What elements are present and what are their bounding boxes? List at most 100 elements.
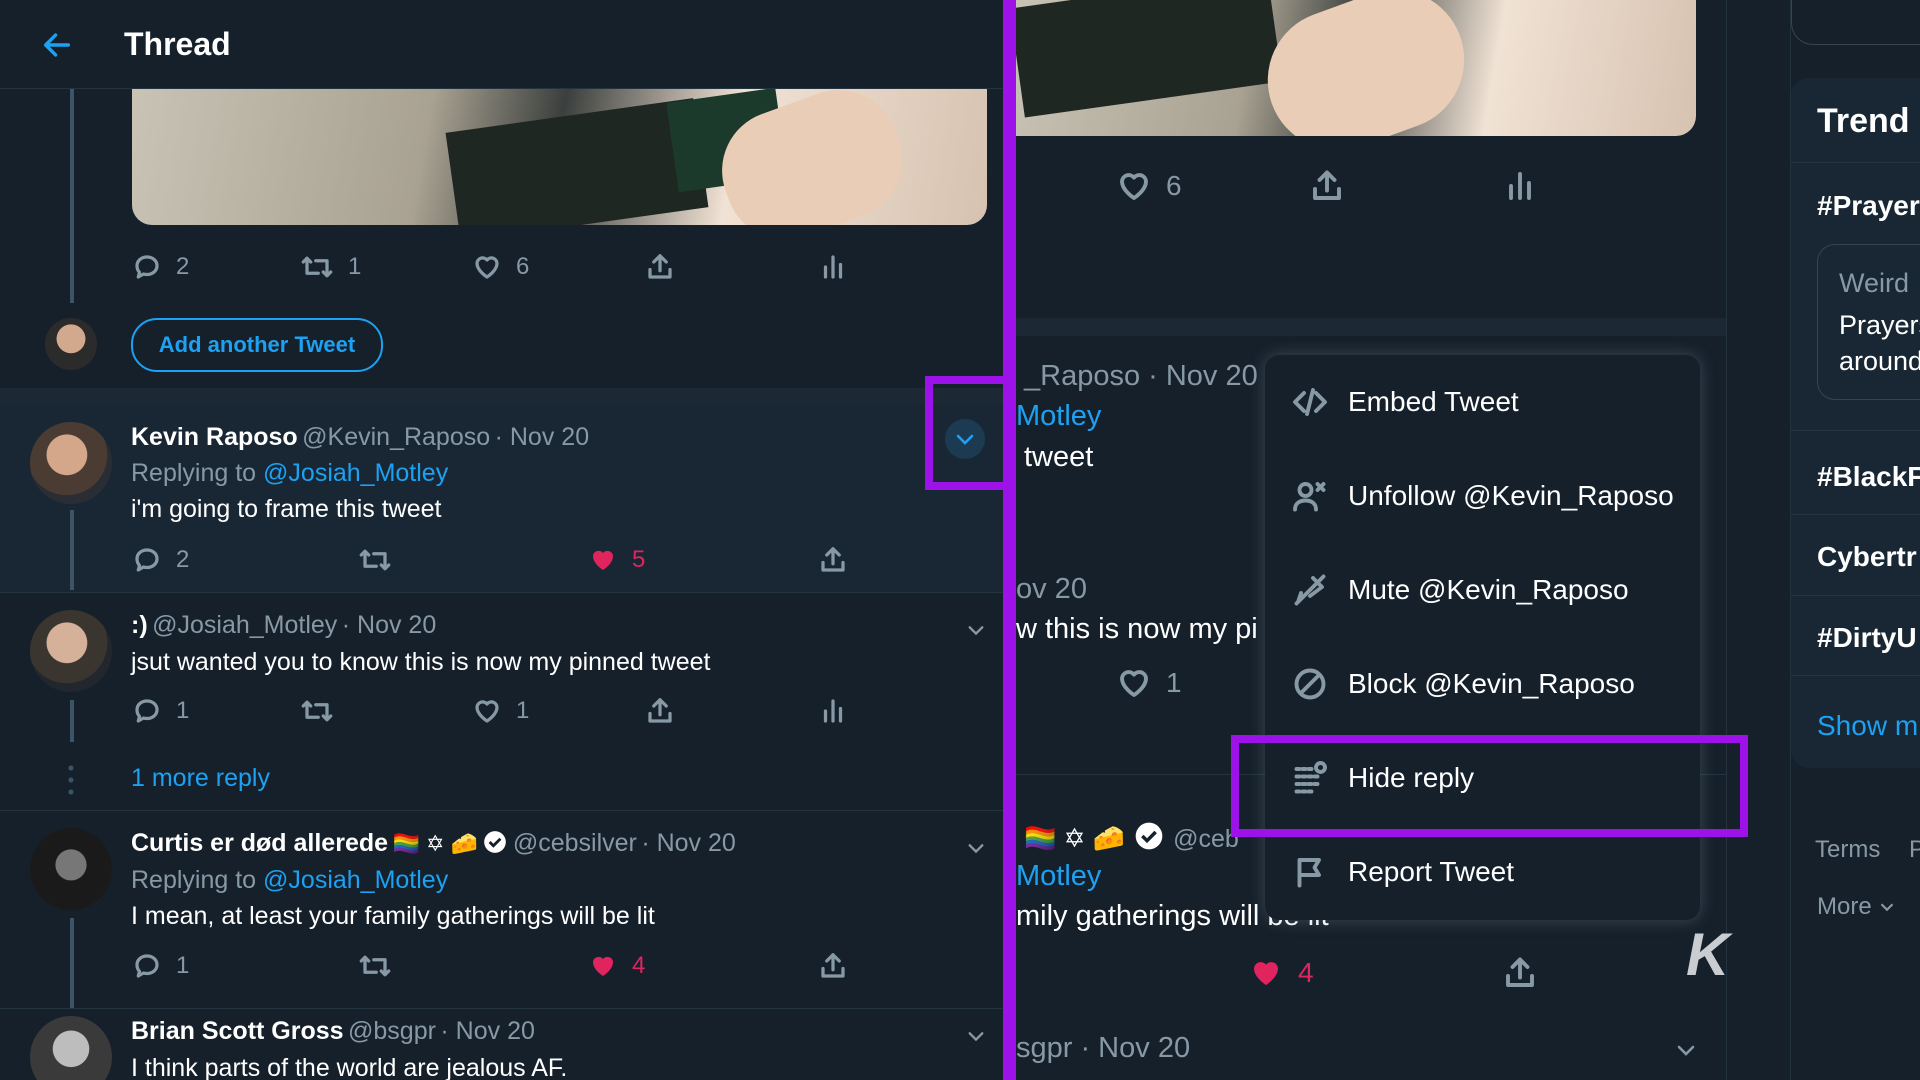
timestamp[interactable]: · Nov 20 bbox=[440, 1017, 534, 1045]
more-menu[interactable]: More bbox=[1817, 893, 1898, 921]
bg-text: tweet bbox=[1024, 441, 1094, 473]
user-avatar[interactable] bbox=[45, 318, 97, 370]
analytics-icon[interactable] bbox=[1502, 168, 1538, 204]
bg-handle: sgpr · Nov 20 bbox=[1016, 1032, 1191, 1064]
reply-text: I think parts of the world are jealous A… bbox=[131, 1054, 568, 1080]
name-emojis: 🏳️‍🌈 ✡ 🧀 bbox=[1024, 823, 1125, 853]
retweet-action[interactable]: 1 bbox=[300, 252, 361, 282]
heart-icon bbox=[1120, 173, 1148, 200]
like-action-liked[interactable]: 5 bbox=[588, 545, 645, 575]
share-action[interactable] bbox=[645, 252, 675, 282]
retweet-action[interactable] bbox=[300, 696, 334, 726]
retweet-icon bbox=[359, 955, 391, 977]
chevron-down-icon[interactable] bbox=[958, 830, 994, 866]
row-divider bbox=[1791, 162, 1920, 163]
avatar-kevin[interactable] bbox=[30, 422, 112, 504]
trend-item[interactable]: #DirtyU bbox=[1817, 622, 1917, 654]
share-icon[interactable] bbox=[1502, 955, 1538, 991]
retweet-icon bbox=[301, 700, 333, 722]
timestamp[interactable]: · Nov 20 bbox=[495, 423, 589, 451]
avatar-josiah[interactable] bbox=[30, 610, 112, 692]
menu-item-report[interactable]: Report Tweet bbox=[1265, 825, 1700, 919]
trend-item[interactable]: #Prayer bbox=[1817, 190, 1920, 222]
menu-item-embed-tweet[interactable]: Embed Tweet bbox=[1265, 355, 1700, 449]
heart-icon bbox=[1120, 670, 1148, 697]
reply-header: Kevin Raposo @Kevin_Raposo · Nov 20 bbox=[131, 423, 589, 452]
more-reply-link[interactable]: 1 more reply bbox=[131, 764, 270, 793]
replying-to-link[interactable]: @Josiah_Motley bbox=[263, 459, 448, 487]
timestamp[interactable]: · Nov 20 bbox=[342, 611, 436, 639]
chevron-down-icon[interactable] bbox=[958, 1018, 994, 1054]
column-border bbox=[1726, 0, 1727, 1080]
menu-item-label: Block @Kevin_Raposo bbox=[1348, 668, 1635, 699]
chevron-down-icon bbox=[1880, 903, 1893, 912]
like-count: 1 bbox=[516, 697, 530, 724]
row-divider bbox=[0, 592, 1003, 593]
handle[interactable]: @bsgpr bbox=[348, 1017, 436, 1045]
replying-to-label: Replying to bbox=[131, 866, 257, 894]
chevron-down-icon[interactable] bbox=[958, 612, 994, 648]
display-name[interactable]: :) bbox=[131, 611, 148, 639]
share-action[interactable] bbox=[818, 951, 848, 981]
reply-thread-connector bbox=[70, 918, 74, 1008]
reply-header: Curtis er død allerede 🏳️‍🌈 ✡ 🧀 @cebsilv… bbox=[131, 829, 736, 858]
thread-panel: 2 1 6 Add another Tweet Kevin Raposo @Ke… bbox=[0, 0, 1003, 1080]
like-action[interactable]: 6 bbox=[472, 252, 529, 282]
like-action[interactable]: 6 bbox=[1116, 168, 1182, 204]
menu-item-unfollow[interactable]: Unfollow @Kevin_Raposo bbox=[1265, 449, 1700, 543]
like-action-liked[interactable]: 4 bbox=[1248, 955, 1314, 991]
analytics-action[interactable] bbox=[818, 252, 848, 282]
handle[interactable]: @Josiah_Motley bbox=[152, 611, 337, 639]
highlight-box-hide-reply bbox=[1231, 735, 1748, 837]
share-action[interactable] bbox=[645, 696, 675, 726]
replying-to: Replying to @Josiah_Motley bbox=[131, 866, 448, 895]
replying-to-link[interactable]: @Josiah_Motley bbox=[263, 866, 448, 894]
menu-item-mute[interactable]: Mute @Kevin_Raposo bbox=[1265, 543, 1700, 637]
terms-link[interactable]: Terms bbox=[1815, 836, 1880, 864]
tweet-media-image[interactable] bbox=[1016, 0, 1696, 136]
avatar-curtis[interactable] bbox=[30, 828, 112, 910]
handle[interactable]: @Kevin_Raposo bbox=[302, 423, 490, 451]
share-icon bbox=[821, 953, 845, 978]
replying-to: Replying to @Josiah_Motley bbox=[131, 459, 448, 488]
like-count: 6 bbox=[1166, 170, 1182, 201]
reply-action[interactable]: 2 bbox=[132, 545, 189, 575]
menu-item-label: Mute @Kevin_Raposo bbox=[1348, 574, 1629, 605]
share-icon[interactable] bbox=[1309, 168, 1345, 204]
reply-action[interactable]: 2 bbox=[132, 252, 189, 282]
share-icon bbox=[648, 254, 672, 279]
like-action-liked[interactable]: 4 bbox=[588, 951, 645, 981]
trend-item[interactable]: #BlackF bbox=[1817, 461, 1920, 493]
reply-action[interactable]: 1 bbox=[132, 696, 189, 726]
retweet-action[interactable] bbox=[358, 951, 392, 981]
retweet-action[interactable] bbox=[358, 545, 392, 575]
avatar-brian[interactable] bbox=[30, 1016, 112, 1080]
search-box[interactable] bbox=[1791, 0, 1920, 45]
timestamp[interactable]: · Nov 20 bbox=[641, 829, 735, 857]
reply-action[interactable]: 1 bbox=[132, 951, 189, 981]
section-divider bbox=[0, 388, 1003, 404]
block-icon bbox=[1294, 668, 1326, 700]
show-more-link[interactable]: Show m bbox=[1817, 710, 1918, 742]
trend-item[interactable]: Cybertr bbox=[1817, 541, 1917, 573]
chevron-down-icon[interactable] bbox=[1666, 1030, 1706, 1070]
share-action[interactable] bbox=[818, 545, 848, 575]
handle[interactable]: @cebsilver bbox=[513, 829, 637, 857]
display-name[interactable]: Curtis er død allerede bbox=[131, 829, 388, 857]
reply-count: 1 bbox=[176, 952, 190, 979]
footer-link[interactable]: P bbox=[1909, 836, 1920, 864]
watermark-logo: K bbox=[1686, 921, 1730, 988]
display-name[interactable]: Brian Scott Gross bbox=[131, 1017, 344, 1045]
display-name[interactable]: Kevin Raposo bbox=[131, 423, 298, 451]
replying-to-label: Replying to bbox=[131, 459, 257, 487]
menu-item-block[interactable]: Block @Kevin_Raposo bbox=[1265, 637, 1700, 731]
menu-item-label: Unfollow @Kevin_Raposo bbox=[1348, 480, 1674, 511]
card-line: Weird bbox=[1839, 268, 1910, 298]
add-another-tweet-button[interactable]: Add another Tweet bbox=[131, 318, 383, 372]
like-count: 5 bbox=[632, 546, 646, 573]
like-action[interactable]: 1 bbox=[472, 696, 529, 726]
back-arrow-icon[interactable] bbox=[40, 28, 74, 62]
trends-card bbox=[1791, 78, 1920, 768]
analytics-action[interactable] bbox=[818, 696, 848, 726]
like-action[interactable]: 1 bbox=[1116, 665, 1182, 701]
